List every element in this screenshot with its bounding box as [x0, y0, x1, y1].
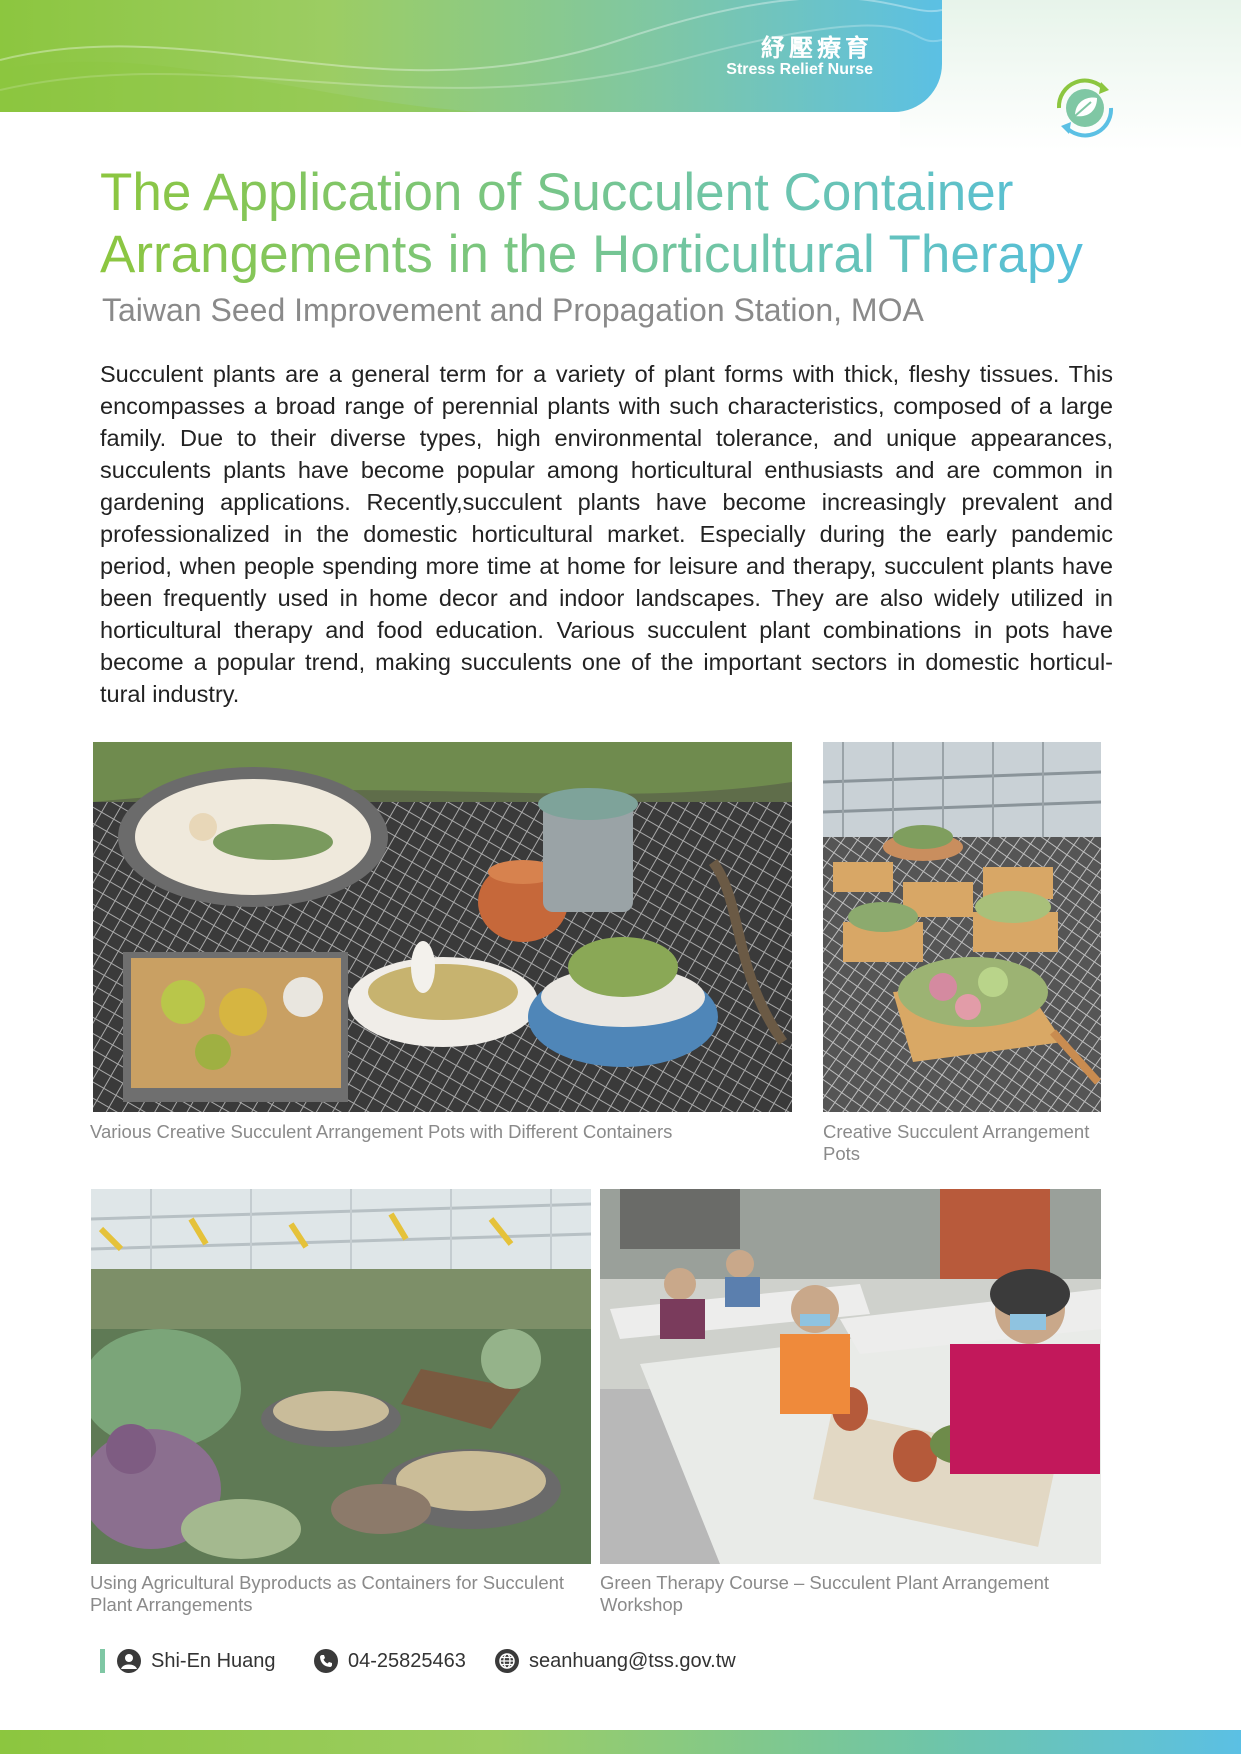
contact-email: seanhuang@tss.gov.tw — [495, 1648, 736, 1674]
caption-figure-4: Green Therapy Course – Succulent Plant A… — [600, 1572, 1050, 1615]
article-body: Succulent plants are a general term for … — [100, 361, 1113, 707]
article-title: The Application of Succulent Container A… — [100, 162, 1160, 286]
section-title-chinese: 紓壓療育 — [761, 34, 873, 62]
email-link[interactable]: seanhuang@tss.gov.tw — [529, 1650, 736, 1673]
globe-icon — [495, 1649, 519, 1673]
photo-wheelbarrow-pots — [823, 742, 1101, 1112]
photo-creative-containers — [93, 742, 792, 1112]
leaf-recycle-icon — [1056, 78, 1114, 138]
caption-figure-3: Using Agricultural Byproducts as Contain… — [90, 1572, 565, 1615]
phone-icon — [314, 1649, 338, 1673]
photo-therapy-workshop — [600, 1189, 1101, 1564]
article-subtitle: Taiwan Seed Improvement and Propagation … — [102, 292, 924, 328]
contact-accent-bar — [100, 1649, 105, 1673]
person-icon — [117, 1649, 141, 1673]
photo-agricultural-byproducts — [91, 1189, 591, 1564]
contact-phone: 04-25825463 — [314, 1648, 466, 1674]
caption-figure-1: Various Creative Succulent Arrangement P… — [90, 1121, 673, 1142]
author-name: Shi-En Huang — [151, 1649, 276, 1672]
contact-author: Shi-En Huang — [117, 1648, 276, 1674]
footer-band — [0, 1730, 1241, 1754]
caption-figure-2: Creative Succulent Arrangement Pots — [823, 1121, 1090, 1164]
section-title-english: Stress Relief Nurse — [726, 61, 873, 78]
phone-number: 04-25825463 — [348, 1649, 466, 1672]
